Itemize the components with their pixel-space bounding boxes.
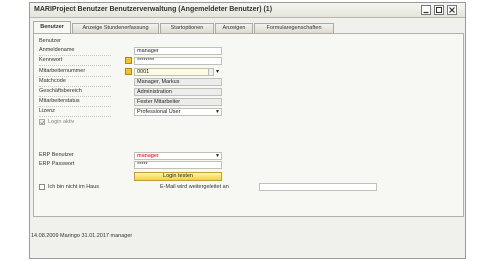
anmeldename-field[interactable]: manager (134, 47, 222, 55)
tab-benutzer[interactable]: Benutzer (33, 21, 71, 33)
tab-startoptionen[interactable]: Startoptionen (160, 23, 214, 33)
footer-info: 14.08.2009 Maringo 31.01.2017 manager (31, 233, 133, 239)
dialog-window: MARIProject Benutzer Benutzerverwaltung … (29, 2, 466, 259)
erp-passwort-label: ERP Passwort (39, 161, 75, 167)
login-aktiv-label: Login aktiv (48, 119, 75, 125)
geschaeftsbereich-field: Administration (134, 88, 222, 96)
matchcode-field: Manager, Markus (134, 78, 222, 86)
geschaeftsbereich-label: Geschäftsbereich (39, 87, 111, 97)
tab-panel: Benutzer Anmeldename manager Kennwort **… (33, 33, 464, 217)
login-aktiv-checkbox[interactable] (39, 119, 45, 125)
mitarbeiternummer-label: Mitarbeiternummer (39, 67, 111, 77)
link-arrow-icon[interactable] (125, 68, 132, 75)
mitarbeiterstatus-label: Mitarbeiterstatus (39, 97, 111, 107)
chevron-down-icon: ▼ (215, 109, 220, 115)
tab-anzeige-stundenerfassung[interactable]: Anzeige Stundenerfassung (72, 23, 159, 33)
link-arrow-icon[interactable] (125, 57, 132, 64)
erp-passwort-field[interactable]: ***** (134, 161, 222, 169)
tab-formularegenschaften[interactable]: Formularegenschaften (254, 23, 334, 33)
matchcode-label: Matchcode (39, 77, 111, 87)
anmeldename-label: Anmeldename (39, 46, 111, 56)
email-forward-label: E-Mail wird weitergeleitet an (160, 184, 229, 190)
close-icon (449, 7, 455, 13)
chevron-down-icon: ▼ (215, 153, 220, 159)
erp-benutzer-label: ERP Benutzer (39, 152, 74, 158)
lizenz-label: Lizenz (39, 107, 111, 117)
kennwort-label: Kennwort (39, 56, 111, 66)
login-testen-button[interactable]: Login testen (134, 172, 222, 181)
erp-benutzer-value: manager (137, 153, 159, 159)
tab-anzeigen[interactable]: Anzeigen (215, 23, 253, 33)
minimize-icon (423, 11, 429, 14)
nicht-im-haus-checkbox[interactable] (39, 184, 45, 190)
maximize-icon (436, 7, 442, 13)
close-button[interactable] (447, 5, 457, 15)
mitarbeiternummer-field[interactable]: 0001 (134, 68, 214, 76)
check-icon (40, 120, 45, 125)
lizenz-select[interactable]: Professional User ▼ (134, 108, 222, 116)
title-bar: MARIProject Benutzer Benutzerverwaltung … (30, 3, 465, 18)
lookup-icon[interactable] (208, 68, 214, 76)
mitarbeiterstatus-field: Fester Mitarbeiter (134, 98, 222, 106)
nicht-im-haus-label: Ich bin nicht im Haus (48, 184, 100, 190)
maximize-button[interactable] (434, 5, 444, 15)
dropdown-icon[interactable]: ▾ (216, 68, 219, 75)
section-title: Benutzer (39, 38, 62, 44)
erp-benutzer-select[interactable]: manager ▼ (134, 152, 222, 160)
kennwort-field[interactable]: ******** (134, 57, 222, 65)
minimize-button[interactable] (421, 5, 431, 15)
email-forward-field[interactable] (259, 183, 377, 191)
lizenz-value: Professional User (137, 109, 181, 115)
window-title: MARIProject Benutzer Benutzerverwaltung … (34, 6, 273, 13)
